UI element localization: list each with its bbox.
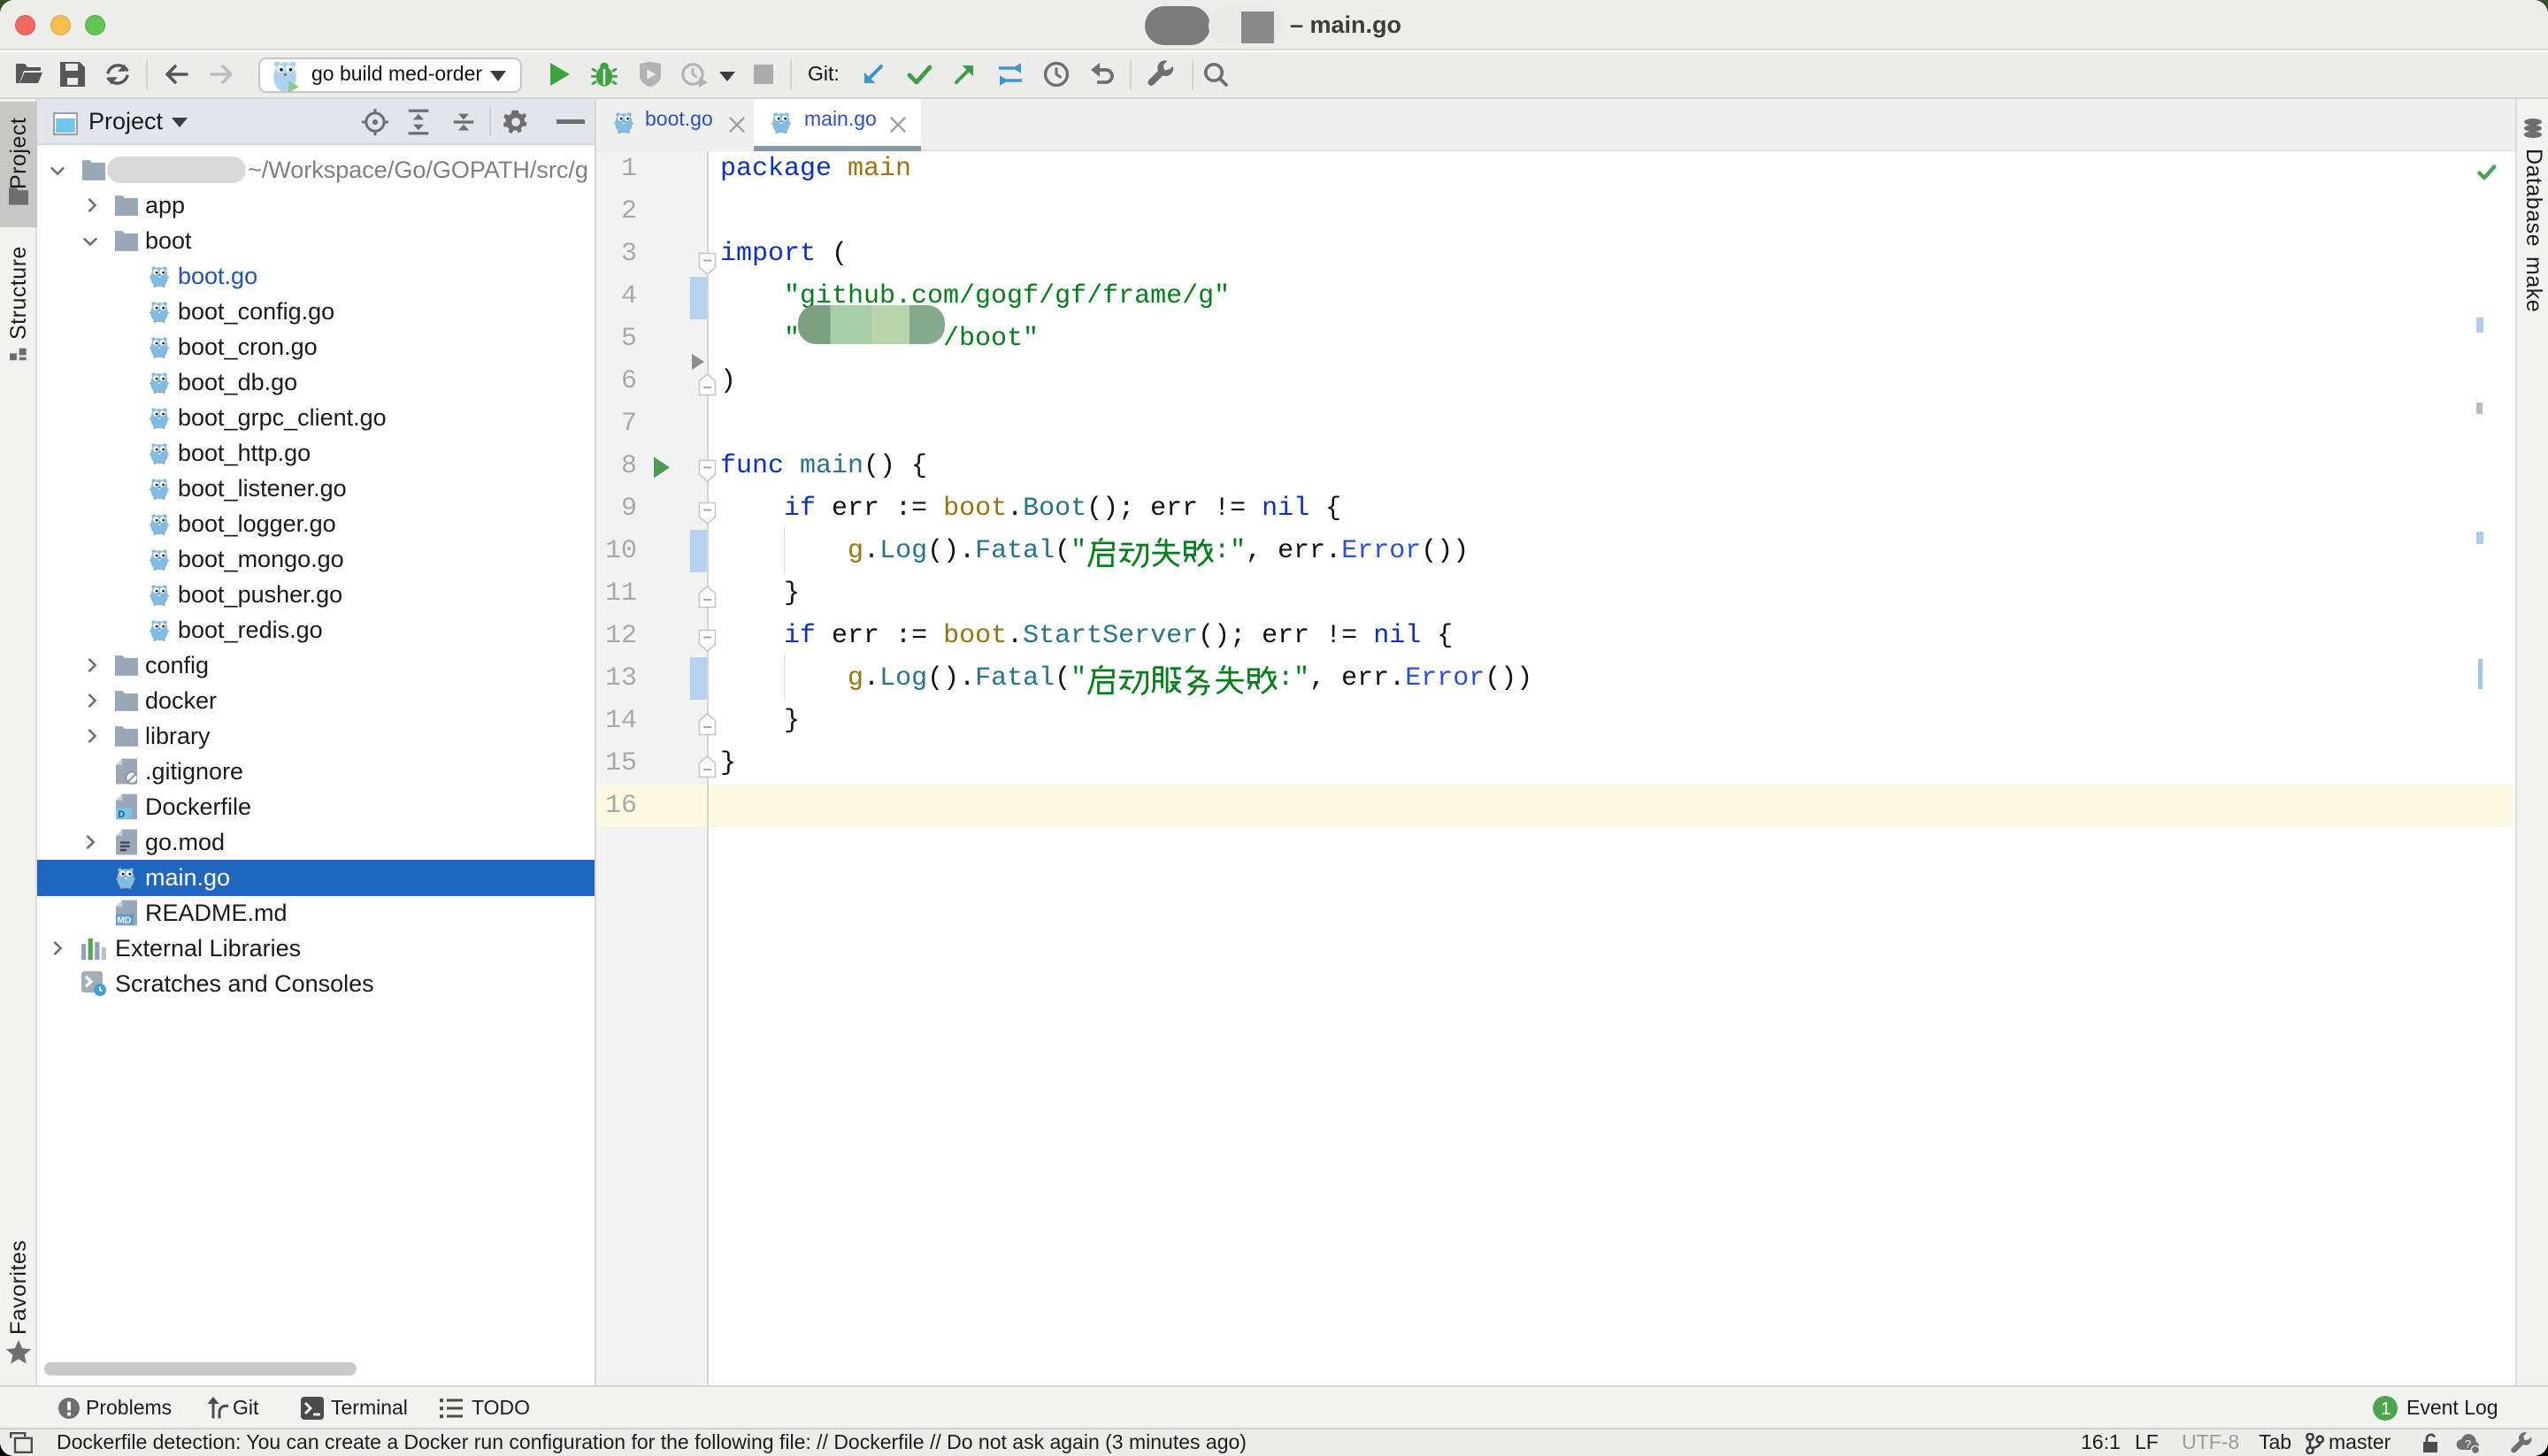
svg-text:?: ? — [2465, 1437, 2471, 1451]
svg-text:MD: MD — [117, 916, 131, 925]
svg-text:D: D — [118, 809, 125, 820]
svg-text:1: 1 — [2381, 1399, 2391, 1419]
